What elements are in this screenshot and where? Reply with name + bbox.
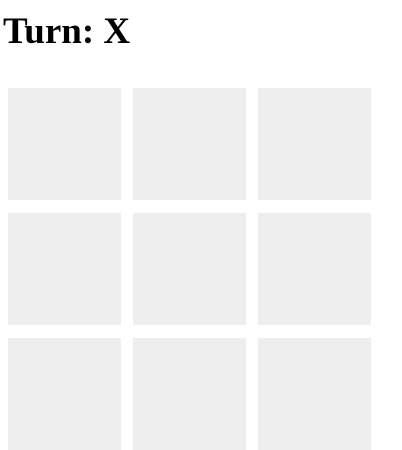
- game-board: [8, 88, 371, 450]
- board-cell-2-2[interactable]: [133, 213, 246, 325]
- board-cell-3-2[interactable]: [133, 338, 246, 450]
- board-cell-3-3[interactable]: [258, 338, 371, 450]
- board-cell-2-1[interactable]: [8, 213, 121, 325]
- board-cell-1-1[interactable]: [8, 88, 121, 200]
- board-cell-2-3[interactable]: [258, 213, 371, 325]
- turn-indicator: Turn: X: [3, 11, 131, 52]
- board-cell-1-2[interactable]: [133, 88, 246, 200]
- board-cell-3-1[interactable]: [8, 338, 121, 450]
- board-cell-1-3[interactable]: [258, 88, 371, 200]
